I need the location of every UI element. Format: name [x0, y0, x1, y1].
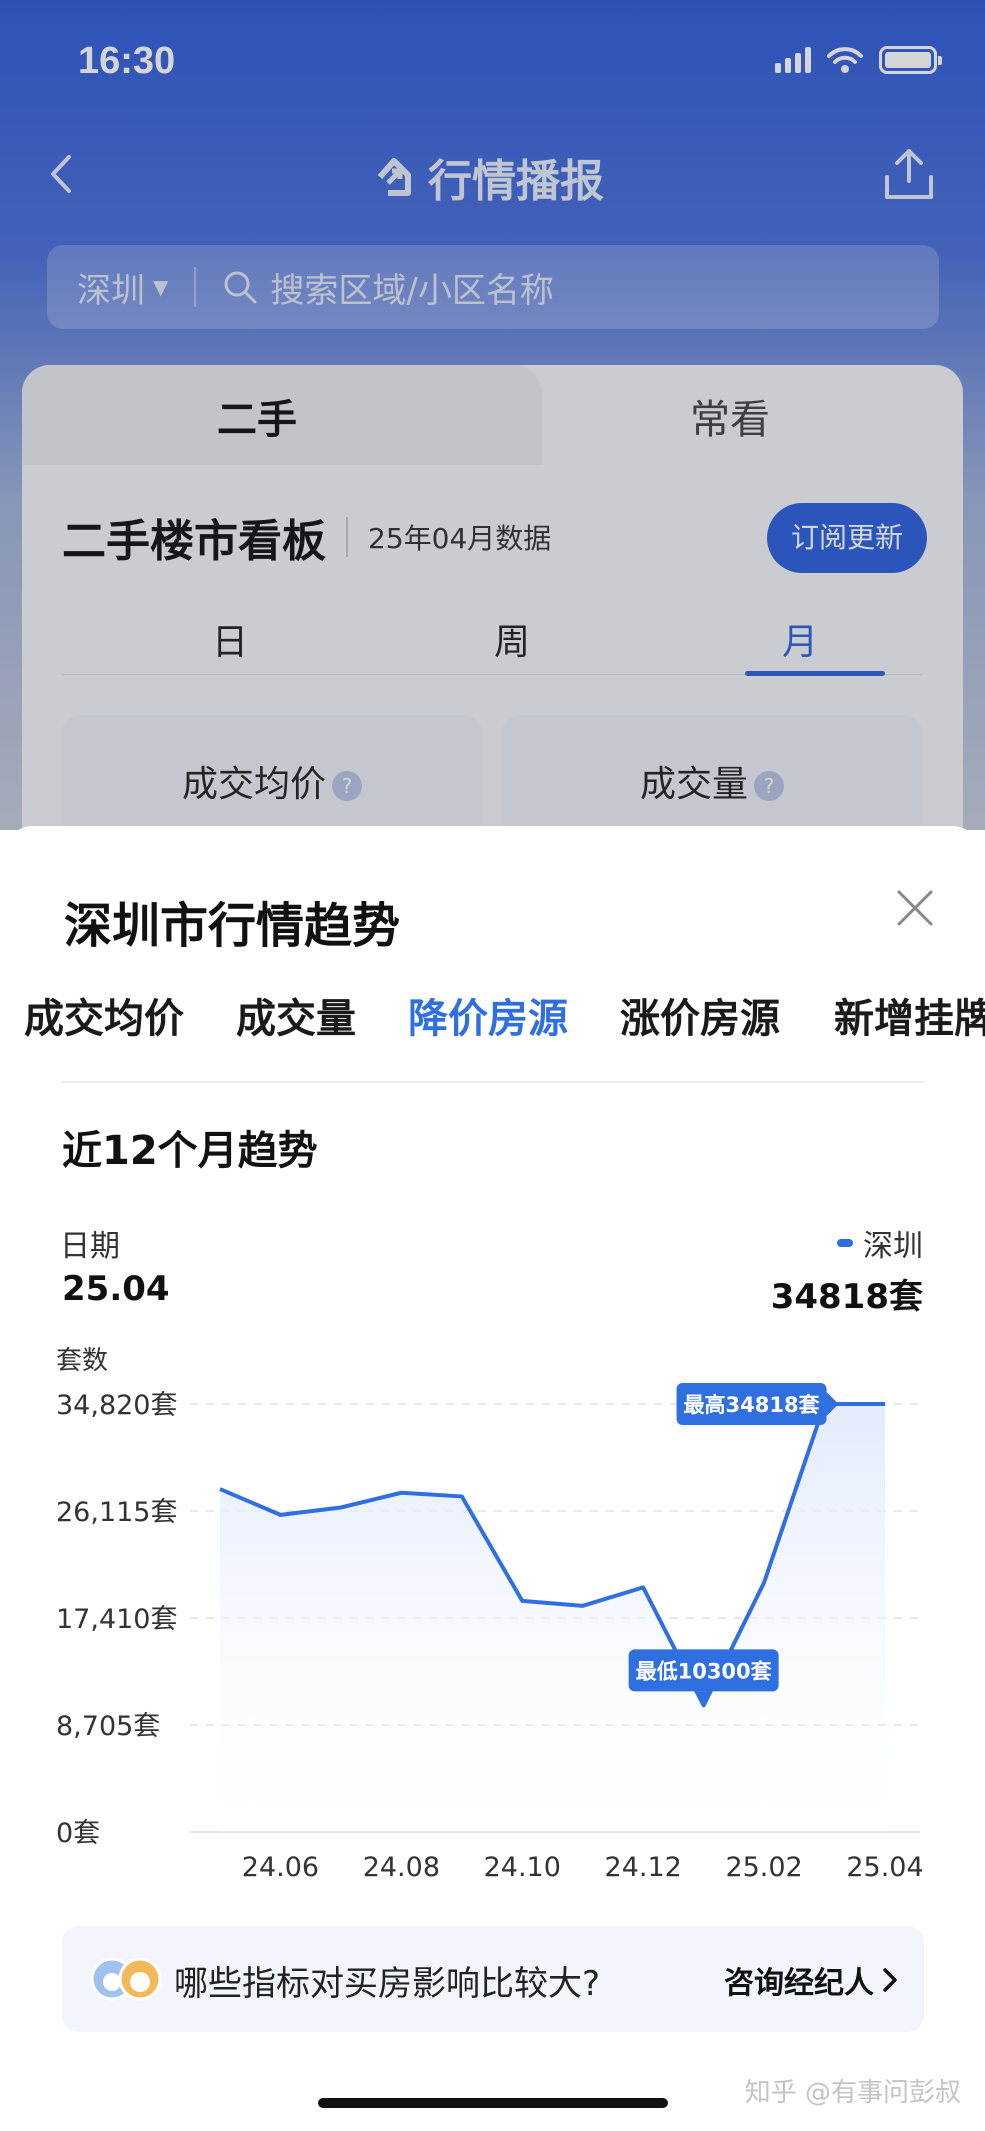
tip-text: 哪些指标对买房影响比较大? — [174, 1964, 601, 2004]
metric-value: 34818套 — [770, 1277, 923, 1317]
tip-bar[interactable]: 哪些指标对买房影响比较大? 咨询经纪人 — [62, 1926, 924, 2032]
modal-overlay[interactable] — [0, 0, 985, 830]
close-icon[interactable] — [895, 888, 935, 928]
y-tick-label: 8,705套 — [56, 1711, 160, 1742]
min-label-bg — [628, 1649, 779, 1692]
y-tick-label: 26,115套 — [56, 1497, 177, 1528]
metric-tab-price-cut[interactable]: 降价房源 — [408, 986, 568, 1044]
x-tick-label: 25.04 — [846, 1852, 923, 1883]
trend-bottom-sheet: 深圳市行情趋势 成交均价 成交量 降价房源 涨价房源 新增挂牌 近12个月趋势 … — [0, 826, 985, 2131]
consult-agent-label: 咨询经纪人 — [724, 1966, 874, 2001]
agent-avatars-icon — [90, 1957, 162, 2001]
area-fill — [220, 1404, 885, 1832]
max-label: 最高34818套 — [684, 1393, 820, 1417]
metric-tab-price-rise[interactable]: 涨价房源 — [620, 986, 780, 1044]
home-indicator — [318, 2098, 668, 2108]
sheet-divider — [62, 1081, 924, 1083]
y-axis-unit: 套数 — [56, 1346, 109, 1376]
date-value: 25.04 — [62, 1269, 170, 1309]
x-tick-label: 24.06 — [242, 1852, 319, 1883]
min-label: 最低10300套 — [636, 1659, 772, 1683]
min-label-pointer — [694, 1691, 713, 1703]
legend-swatch — [837, 1239, 853, 1247]
metric-tabs: 成交均价 成交量 降价房源 涨价房源 新增挂牌 — [0, 986, 985, 1046]
watermark: 知乎 @有事问彭叔 — [744, 2078, 961, 2108]
x-tick-label: 25.02 — [725, 1852, 802, 1883]
x-tick-label: 24.08 — [363, 1852, 440, 1883]
sheet-title: 深圳市行情趋势 — [64, 898, 401, 954]
metric-tab-avg-price[interactable]: 成交均价 — [24, 986, 184, 1044]
max-label-bg — [676, 1383, 827, 1426]
x-tick-label: 24.12 — [605, 1852, 682, 1883]
legend-label: 深圳 — [863, 1229, 923, 1264]
y-tick-label: 17,410套 — [56, 1604, 177, 1635]
y-tick-label: 34,820套 — [56, 1390, 177, 1421]
series-line-shenzhen — [219, 1402, 885, 1708]
section-title: 近12个月趋势 — [62, 1128, 318, 1174]
metric-tab-volume[interactable]: 成交量 — [236, 986, 356, 1044]
max-label-pointer — [826, 1392, 839, 1417]
x-tick-label: 24.10 — [484, 1852, 561, 1883]
metric-tab-new-listings[interactable]: 新增挂牌 — [834, 986, 985, 1044]
chevron-right-icon — [883, 1968, 897, 1992]
chart-legend: 深圳 — [837, 1221, 923, 1265]
y-tick-label: 0套 — [56, 1818, 100, 1849]
consult-agent-button[interactable]: 咨询经纪人 — [724, 1958, 898, 2002]
date-label: 日期 — [60, 1229, 120, 1264]
